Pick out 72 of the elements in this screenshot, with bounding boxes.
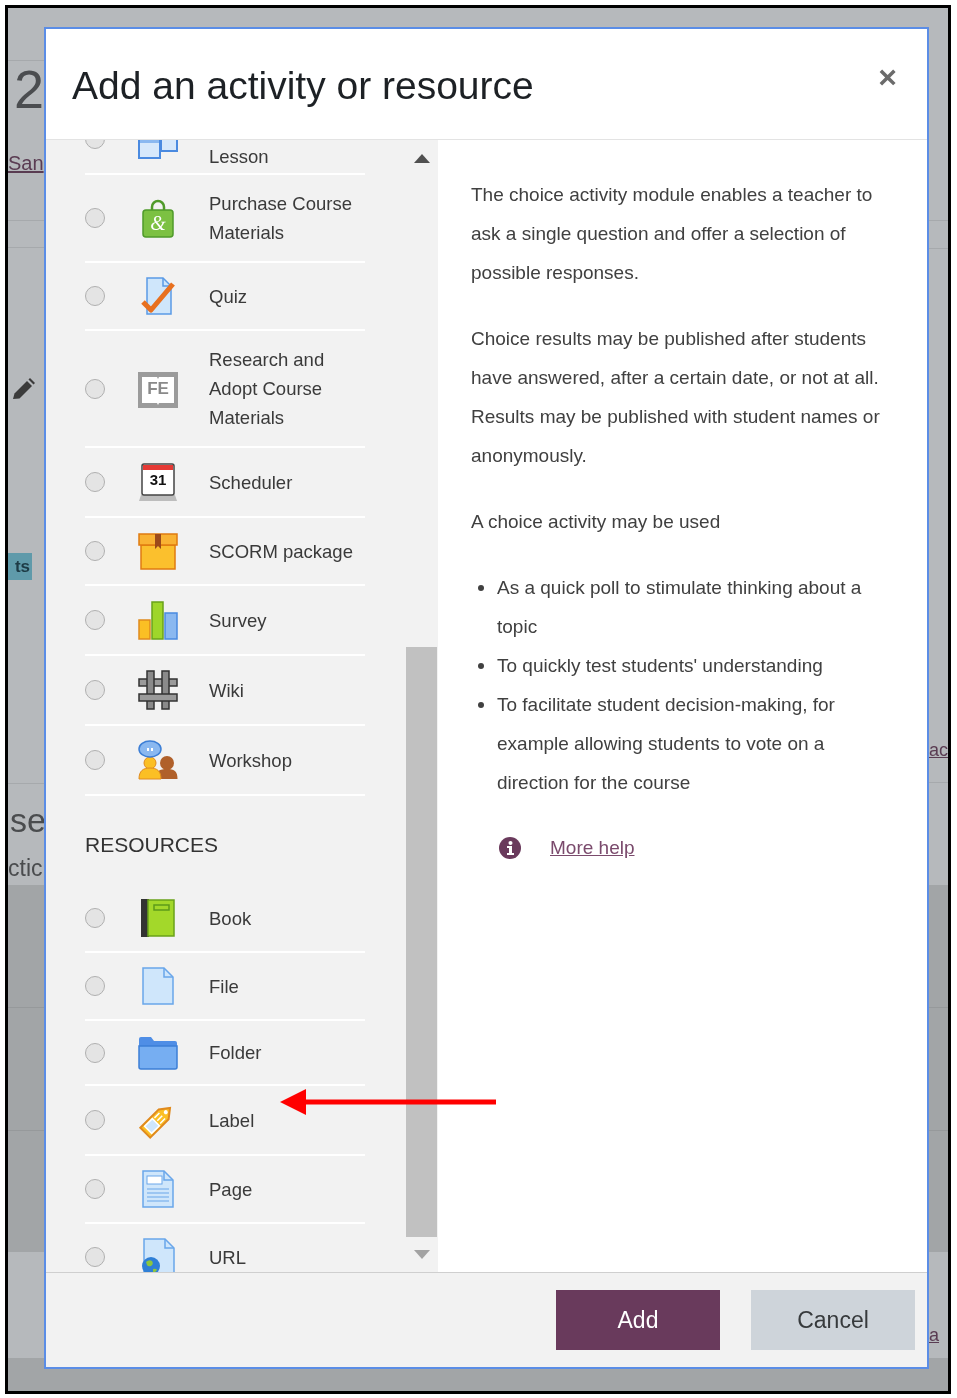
radio-button[interactable] — [85, 1179, 105, 1199]
description-text: The choice activity module enables a teacher to ask a single question and offer a selection of possible responses. — [471, 183, 874, 285]
scroll-up-icon[interactable] — [413, 153, 430, 163]
book-letters: FE — [147, 379, 169, 398]
radio-button[interactable] — [85, 610, 105, 630]
page-heading: 2 — [14, 59, 45, 119]
people-speech-icon — [138, 740, 178, 780]
page-link[interactable]: San — [8, 152, 44, 174]
radio-button[interactable] — [85, 208, 105, 228]
page-link[interactable]: a — [929, 1325, 939, 1345]
radio-button[interactable] — [85, 1110, 105, 1130]
module-name[interactable]: Research and Adopt Course Materials — [209, 345, 365, 432]
module-name[interactable]: Label — [209, 1105, 255, 1135]
module-name[interactable]: SCORM package — [209, 536, 353, 566]
radio-button[interactable] — [85, 1042, 105, 1063]
module-name[interactable]: Purchase Course Materials — [209, 189, 365, 247]
module-name[interactable]: Book — [209, 903, 252, 933]
description-text: Choice results may be published after students have answered, after a certain date, or not at all. Results may be published with student names or anonymously. — [471, 327, 881, 468]
shopping-bag-icon — [141, 198, 175, 238]
module-name[interactable]: Page — [209, 1174, 253, 1204]
package-icon — [138, 532, 178, 570]
module-name[interactable]: Quiz — [209, 281, 248, 311]
section-heading: RESOURCES — [85, 833, 219, 856]
section-tag: ts — [8, 553, 32, 580]
bullet-icon — [478, 584, 484, 591]
add-button[interactable]: Add — [556, 1290, 720, 1350]
file-icon — [142, 967, 174, 1005]
module-name[interactable]: Folder — [209, 1038, 262, 1067]
scroll-down-icon[interactable] — [413, 1250, 430, 1259]
bar-chart-icon — [138, 600, 178, 640]
radio-button[interactable] — [85, 472, 105, 492]
bullet-text: To quickly test students' understanding — [497, 654, 823, 678]
dialog-title: Add an activity or resource — [72, 63, 534, 109]
bullet-icon — [478, 701, 484, 708]
open-book-icon — [138, 369, 178, 408]
radio-button[interactable] — [85, 750, 105, 770]
module-name[interactable]: Scheduler — [209, 467, 293, 497]
bag-symbol: & — [150, 213, 166, 233]
more-help-link[interactable]: More help — [550, 828, 635, 867]
module-name[interactable]: File — [209, 971, 239, 1001]
folder-icon — [138, 1035, 178, 1070]
module-name[interactable]: URL — [209, 1242, 246, 1272]
pencil-icon[interactable] — [12, 378, 36, 400]
radio-button[interactable] — [85, 286, 105, 306]
radio-button[interactable] — [85, 541, 105, 561]
bullet-text: To facilitate student decision-making, for example allowing students to vote on a direction for the course — [497, 693, 836, 795]
module-name[interactable]: Wiki — [209, 675, 244, 705]
info-icon — [499, 836, 521, 859]
bullet-text: As a quick poll to stimulate thinking about a topic — [497, 576, 863, 639]
close-button[interactable]: × — [878, 61, 897, 93]
document-check-icon — [140, 277, 176, 315]
document-icon — [142, 1170, 174, 1208]
radio-button[interactable] — [85, 908, 105, 928]
lattice-icon — [138, 670, 178, 710]
radio-button[interactable] — [85, 680, 105, 700]
section-subtitle: ctic — [8, 855, 43, 881]
bullet-icon — [478, 662, 484, 669]
description-text: A choice activity may be used — [471, 510, 721, 534]
section-title: se — [10, 801, 46, 839]
radio-button[interactable] — [85, 378, 105, 399]
book-icon — [141, 899, 175, 937]
globe-document-icon — [141, 1238, 175, 1272]
module-name[interactable]: Lesson — [209, 141, 269, 171]
module-name[interactable]: Survey — [209, 605, 267, 635]
scrollbar-thumb[interactable] — [406, 647, 437, 1237]
radio-button[interactable] — [85, 976, 105, 996]
radio-button[interactable] — [85, 1247, 105, 1267]
calendar-icon — [138, 462, 178, 502]
page-link[interactable]: ac — [929, 740, 948, 760]
cancel-button[interactable]: Cancel — [751, 1290, 915, 1350]
calendar-day: 31 — [149, 472, 167, 488]
module-name[interactable]: Workshop — [209, 745, 292, 775]
